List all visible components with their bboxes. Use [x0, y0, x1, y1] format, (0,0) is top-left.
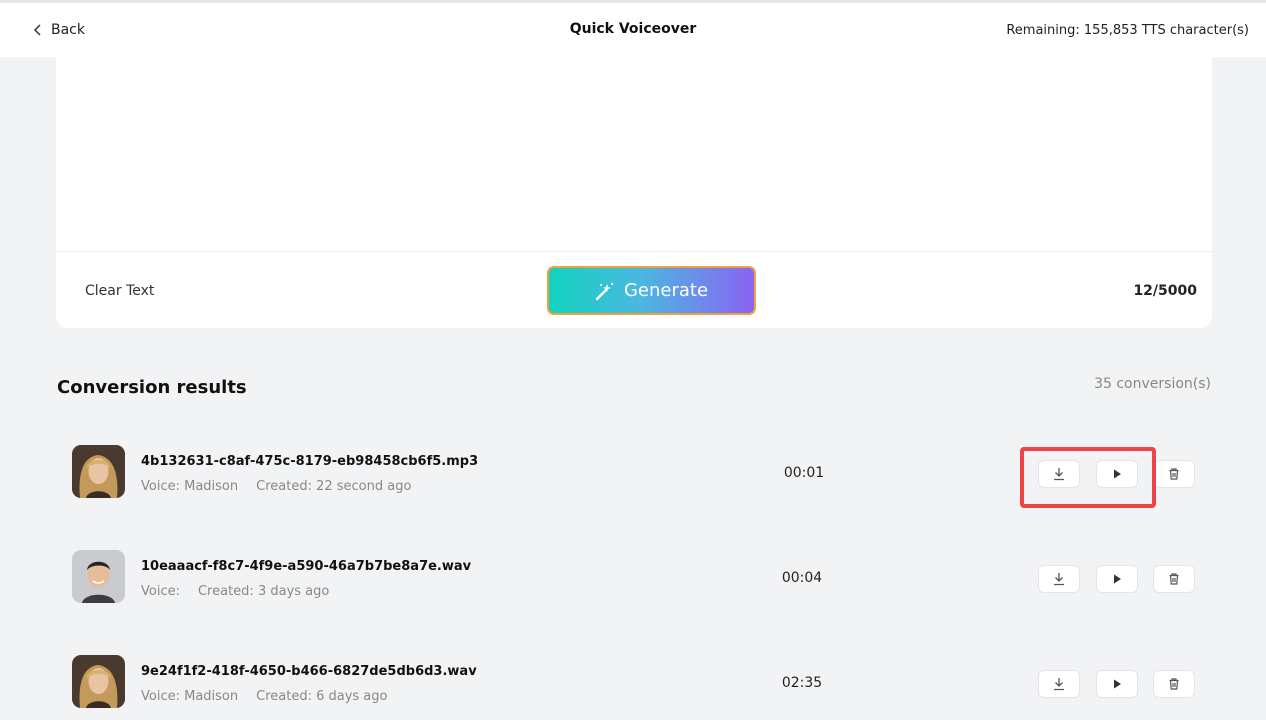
- trash-icon: [1169, 678, 1179, 690]
- duration: 00:01: [783, 465, 825, 481]
- file-name: 10eaaacf-f8c7-4f9e-a590-46a7b7be8a7e.wav: [141, 559, 472, 574]
- text-editor[interactable]: [56, 57, 1212, 252]
- results-title: Conversion results: [57, 377, 247, 398]
- female-avatar: [72, 445, 125, 498]
- result-row: 4b132631-c8af-475c-8179-eb98458cb6f5.mp3…: [56, 445, 1212, 535]
- generate-label: Generate: [623, 280, 709, 301]
- editor-card: Clear Text Generate 12/5000: [56, 57, 1212, 328]
- file-meta: Voice: Created: 3 days ago: [141, 584, 329, 599]
- download-icon: [1054, 468, 1064, 481]
- magic-wand-icon: [595, 282, 614, 300]
- file-meta: Voice: Madison Created: 22 second ago: [141, 479, 411, 494]
- play-icon: [1114, 574, 1121, 584]
- result-row: 9e24f1f2-418f-4650-b466-6827de5db6d3.wav…: [56, 655, 1212, 720]
- duration: 00:04: [781, 570, 823, 586]
- result-row: 10eaaacf-f8c7-4f9e-a590-46a7b7be8a7e.wav…: [56, 550, 1212, 640]
- voice-label: Voice: Madison: [141, 689, 239, 704]
- top-bar: Back Quick Voiceover Remaining: 155,853 …: [0, 0, 1266, 57]
- play-icon: [1114, 679, 1121, 689]
- download-icon: [1054, 573, 1064, 586]
- delete-button[interactable]: [1153, 670, 1195, 698]
- created-label: Created: 6 days ago: [256, 689, 388, 704]
- results-count: 35 conversion(s): [1094, 376, 1211, 392]
- delete-button[interactable]: [1153, 460, 1195, 488]
- female-avatar: [72, 655, 125, 708]
- download-icon: [1054, 678, 1064, 691]
- generate-button[interactable]: Generate: [547, 266, 756, 315]
- file-meta: Voice: Madison Created: 6 days ago: [141, 689, 387, 704]
- clear-text-button[interactable]: Clear Text: [85, 283, 154, 299]
- play-button[interactable]: [1096, 565, 1138, 593]
- delete-button[interactable]: [1153, 565, 1195, 593]
- voice-label: Voice: Madison: [141, 479, 239, 494]
- play-button[interactable]: [1096, 670, 1138, 698]
- play-button[interactable]: [1096, 460, 1138, 488]
- voice-label: Voice:: [141, 584, 180, 599]
- trash-icon: [1169, 573, 1179, 585]
- download-button[interactable]: [1038, 460, 1080, 488]
- trash-icon: [1169, 468, 1179, 480]
- remaining-characters: Remaining: 155,853 TTS character(s): [1006, 23, 1249, 38]
- created-label: Created: 22 second ago: [256, 479, 412, 494]
- play-icon: [1114, 469, 1121, 479]
- file-name: 4b132631-c8af-475c-8179-eb98458cb6f5.mp3: [141, 454, 479, 469]
- character-counter: 12/5000: [1133, 283, 1197, 299]
- download-button[interactable]: [1038, 670, 1080, 698]
- duration: 02:35: [781, 675, 823, 691]
- created-label: Created: 3 days ago: [197, 584, 330, 599]
- download-button[interactable]: [1038, 565, 1080, 593]
- file-name: 9e24f1f2-418f-4650-b466-6827de5db6d3.wav: [141, 664, 477, 679]
- male-avatar: [72, 550, 125, 603]
